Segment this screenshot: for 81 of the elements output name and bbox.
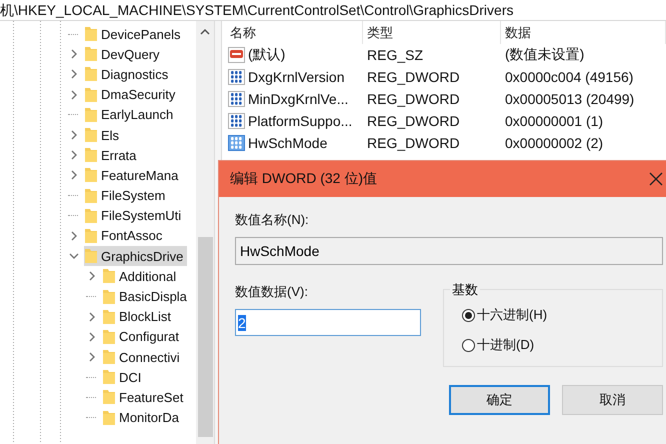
folder-icon — [84, 147, 98, 164]
table-cell-text: REG_DWORD — [366, 90, 461, 109]
tree-item[interactable]: FileSystemUti — [84, 206, 186, 226]
table-cell-text: 0x00005013 (20499) — [504, 90, 636, 109]
name-field[interactable]: HwSchMode — [235, 237, 663, 265]
tree-item[interactable]: FontAssoc — [84, 226, 166, 246]
tree-item[interactable]: DmaSecurity — [84, 84, 180, 105]
dialog-button[interactable]: 确定 — [449, 385, 550, 415]
tree-item[interactable]: FeatureMana — [84, 165, 182, 186]
binary-value-icon — [228, 91, 245, 107]
value-name-cell[interactable]: PlatformSuppo... — [226, 110, 363, 132]
folder-icon — [102, 349, 116, 366]
value-name-cell[interactable]: MinDxgKrnlVe... — [226, 88, 363, 110]
value-name-cell[interactable]: HwSchMode — [226, 132, 363, 154]
field-label: 数值名称(N): — [235, 211, 310, 229]
address-bar[interactable]: 机\HKEY_LOCAL_MACHINE\SYSTEM\CurrentControlSet\Control\GraphicsDrivers — [0, 0, 666, 21]
tree-item[interactable]: Errata — [84, 145, 140, 166]
tree-item[interactable]: Els — [84, 125, 124, 146]
tree-item[interactable]: DevicePanels — [84, 24, 184, 44]
folder-icon — [84, 208, 98, 224]
column-header[interactable]: 类型 — [363, 21, 501, 44]
tree-item[interactable]: Additional — [102, 266, 180, 286]
field-label: 数值数据(V): — [235, 283, 309, 301]
dialog-button[interactable]: 取消 — [562, 385, 663, 415]
radio-label: 十进制(D) — [477, 336, 534, 354]
binary-value-icon — [228, 113, 245, 129]
scrollbar[interactable] — [196, 21, 214, 444]
tree-item[interactable]: Diagnostics — [84, 64, 172, 84]
tree-item[interactable]: BasicDispla — [102, 286, 191, 307]
value-name-cell[interactable]: DxgKrnlVersion — [226, 66, 363, 88]
folder-icon — [102, 268, 116, 284]
string-value-icon — [228, 47, 245, 63]
table-cell-text: 0x00000002 (2) — [504, 134, 604, 153]
folder-icon — [84, 26, 98, 42]
table-cell-text: 0x00000001 (1) — [504, 112, 604, 131]
table-cell-text: 0x0000c004 (49156) — [504, 68, 634, 87]
value-field[interactable]: 2 — [235, 309, 421, 336]
radio-icon[interactable] — [462, 308, 475, 322]
tree-item[interactable]: BlockList — [102, 306, 176, 327]
table-cell-text: REG_DWORD — [366, 112, 461, 131]
table-cell-text: REG_DWORD — [366, 68, 461, 87]
folder-icon — [84, 248, 98, 264]
scroll-up-icon[interactable] — [199, 27, 211, 37]
radio-label: 十六进制(H) — [477, 306, 548, 324]
folder-icon — [84, 66, 98, 82]
folder-icon — [102, 410, 116, 426]
group-title: 基数 — [450, 281, 480, 299]
folder-icon — [102, 389, 116, 406]
folder-icon — [102, 308, 116, 325]
folder-icon — [102, 288, 116, 305]
folder-icon — [84, 86, 98, 103]
column-header[interactable]: 名称 — [226, 21, 363, 44]
folder-icon — [102, 328, 116, 345]
folder-icon — [84, 188, 98, 204]
table-cell-text: REG_SZ — [366, 46, 424, 65]
tree-item[interactable]: MonitorDa — [102, 408, 183, 428]
radio-option[interactable]: 十进制(D) — [462, 336, 662, 354]
tree-item[interactable]: DevQuery — [84, 44, 164, 64]
close-icon — [649, 172, 663, 186]
radio-icon[interactable] — [462, 338, 475, 352]
folder-icon — [84, 228, 98, 244]
tree-item[interactable]: Configurat — [102, 326, 183, 347]
tree-item[interactable]: EarlyLaunch — [84, 104, 178, 125]
tree-item[interactable]: Connectivi — [102, 347, 184, 368]
tree-item[interactable]: FileSystem — [84, 186, 170, 206]
binary-value-icon — [228, 135, 245, 151]
folder-icon — [84, 46, 98, 62]
table-cell-text: REG_DWORD — [366, 134, 461, 153]
dialog-title: 编辑 DWORD (32 位)值 — [230, 170, 377, 188]
radio-option[interactable]: 十六进制(H) — [462, 306, 662, 324]
binary-value-icon — [228, 69, 245, 85]
folder-icon — [84, 127, 98, 144]
value-name-cell[interactable]: (默认) — [226, 44, 363, 66]
folder-icon — [84, 106, 98, 123]
tree-item[interactable]: DCI — [102, 367, 146, 388]
table-cell-text: (数值未设置) — [504, 45, 586, 64]
column-header[interactable]: 数据 — [501, 21, 666, 44]
tree-item[interactable]: FeatureSet — [102, 387, 188, 408]
folder-icon — [102, 369, 116, 386]
tree-item[interactable]: GraphicsDrive — [84, 246, 188, 266]
folder-icon — [84, 167, 98, 184]
